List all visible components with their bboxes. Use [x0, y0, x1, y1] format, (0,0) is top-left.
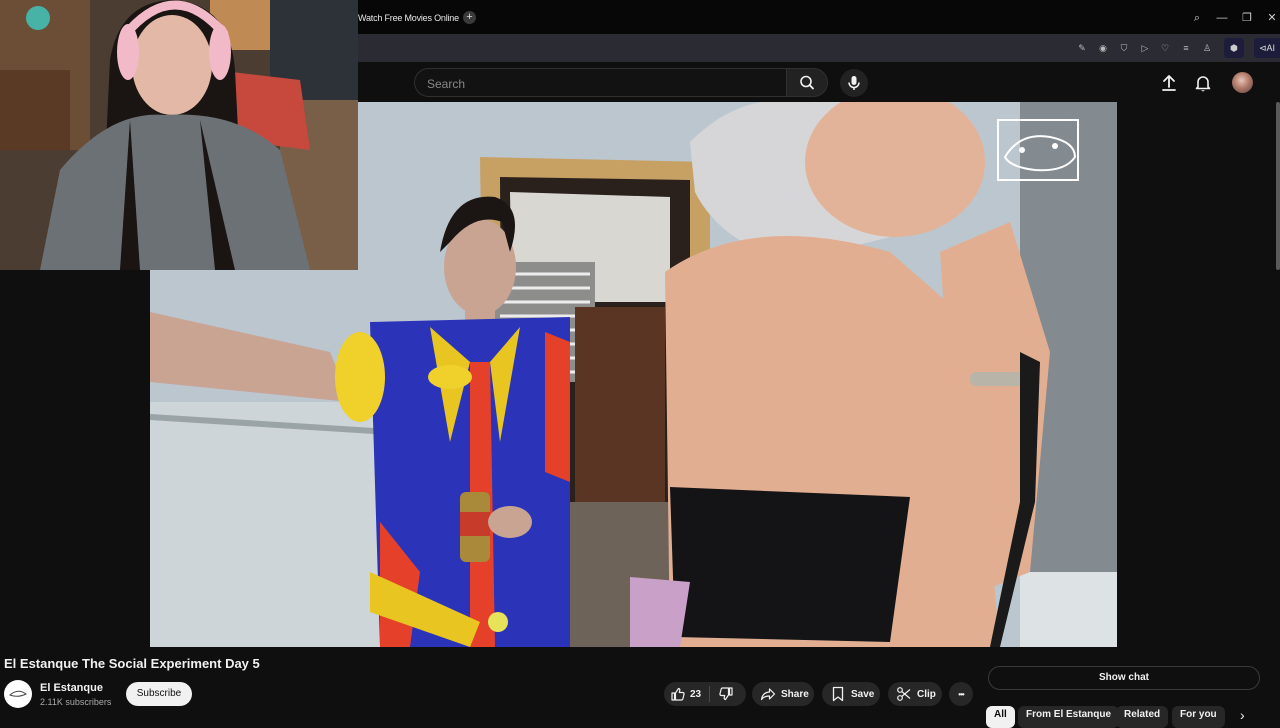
share-button[interactable]: Share — [752, 682, 814, 706]
edit-extension-icon[interactable]: ✎ — [1074, 40, 1090, 56]
show-chat-button[interactable]: Show chat — [988, 666, 1260, 690]
pill-divider — [709, 686, 711, 702]
close-icon[interactable]: ✕ — [1264, 10, 1280, 26]
subscriber-count: 2.11K subscribers — [40, 697, 112, 707]
heart-extension-icon[interactable]: ♡ — [1157, 40, 1173, 56]
profile-extension-icon[interactable]: ♙ — [1199, 40, 1215, 56]
channel-avatar[interactable] — [4, 680, 32, 708]
dislike-icon — [719, 687, 733, 701]
upload-icon — [1162, 75, 1176, 91]
webcam-frame — [0, 0, 358, 270]
camera-extension-icon[interactable]: ◉ — [1095, 40, 1111, 56]
play-extension-icon[interactable]: ▷ — [1137, 40, 1153, 56]
chip-for-you[interactable]: For you — [1172, 706, 1225, 728]
page-scrollbar[interactable] — [1276, 102, 1280, 270]
search-button[interactable] — [786, 68, 828, 97]
share-label: Share — [781, 688, 809, 700]
like-button[interactable]: 23 — [670, 686, 701, 702]
like-count: 23 — [690, 688, 702, 700]
chevron-right-icon[interactable]: › — [1240, 707, 1245, 723]
bell-icon — [1195, 76, 1211, 92]
ai-button[interactable]: ⊲AI — [1254, 38, 1280, 58]
save-label: Save — [851, 688, 875, 700]
new-tab-icon[interactable]: + — [463, 11, 476, 24]
chip-all[interactable]: All — [986, 706, 1015, 728]
menu-extension-icon[interactable]: ≡ — [1178, 40, 1194, 56]
chip-from-el-estanque[interactable]: From El Estanque — [1018, 706, 1120, 728]
restore-icon[interactable]: ❐ — [1239, 10, 1255, 26]
video-title: El Estanque The Social Experiment Day 5 — [4, 656, 260, 671]
clip-button[interactable]: Clip — [888, 682, 942, 706]
microphone-icon — [848, 76, 860, 90]
voice-search-button[interactable] — [840, 69, 868, 97]
notifications-button[interactable] — [1193, 73, 1213, 93]
channel-name[interactable]: El Estanque — [40, 682, 103, 694]
save-button[interactable]: Save — [822, 682, 880, 706]
share-icon — [760, 688, 776, 701]
chip-related[interactable]: Related — [1116, 706, 1169, 728]
clip-label: Clip — [917, 688, 936, 700]
shield-extension-icon[interactable]: ⛉ — [1116, 40, 1132, 56]
create-button[interactable] — [1159, 73, 1179, 93]
webcam-overlay — [0, 0, 358, 270]
extension-cube-icon[interactable]: ⬢ — [1224, 38, 1244, 58]
search-box[interactable] — [414, 68, 786, 98]
search-icon — [800, 75, 814, 90]
save-icon — [832, 686, 844, 702]
browser-tab-bar — [358, 0, 1280, 34]
account-avatar[interactable] — [1232, 72, 1253, 93]
channel-logo-icon — [9, 690, 27, 697]
like-dislike-pill: 23 — [664, 682, 746, 706]
more-actions-icon[interactable]: ••• — [949, 682, 973, 706]
browser-search-icon[interactable]: ⌕ — [1189, 10, 1205, 26]
clip-icon — [897, 687, 911, 701]
subscribe-button[interactable]: Subscribe — [126, 682, 192, 706]
minimize-icon[interactable]: — — [1214, 10, 1230, 26]
dislike-button[interactable] — [718, 686, 734, 702]
like-icon — [671, 687, 685, 701]
browser-tab-title[interactable]: Watch Free Movies Online — [358, 13, 459, 23]
search-input[interactable] — [425, 69, 779, 98]
